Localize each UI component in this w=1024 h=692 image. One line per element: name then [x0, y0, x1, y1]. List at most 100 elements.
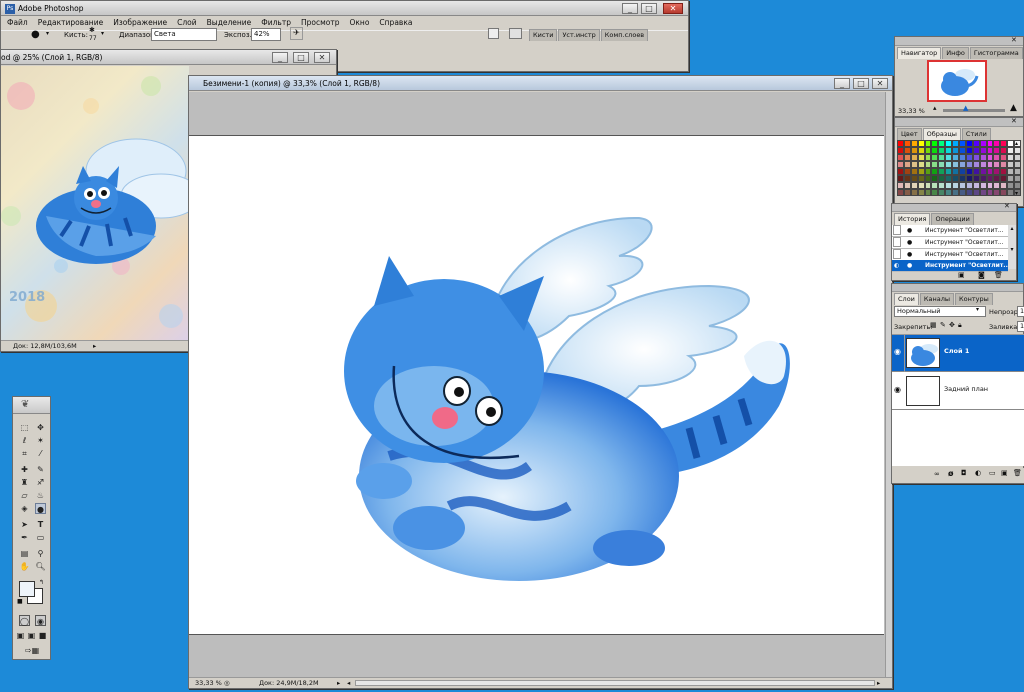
swatch-cell[interactable] — [986, 175, 994, 182]
swatch-cell[interactable] — [897, 182, 904, 189]
swatch-cell[interactable] — [1000, 189, 1008, 196]
swatch-cell[interactable] — [1014, 182, 1021, 189]
healing-brush-tool-icon[interactable]: ✚ — [19, 464, 30, 475]
history-brush-tool-icon[interactable]: ♐ — [35, 477, 46, 488]
swatch-cell[interactable] — [1014, 175, 1021, 182]
swatch-cell[interactable] — [1014, 147, 1021, 154]
swatch-cell[interactable] — [910, 182, 918, 189]
swatch-cell[interactable] — [917, 182, 925, 189]
swatch-cell[interactable] — [993, 182, 1001, 189]
new-layer-icon[interactable]: ▣ — [1001, 469, 1008, 477]
swatch-cell[interactable] — [945, 182, 953, 189]
swatch-cell[interactable] — [945, 140, 953, 147]
swatch-cell[interactable] — [903, 168, 911, 175]
dock-tab-brushes[interactable]: Кисти — [529, 29, 558, 41]
swatch-cell[interactable] — [903, 147, 911, 154]
history-scrollbar[interactable]: ▴ ▾ — [1008, 225, 1016, 269]
swatch-cell[interactable] — [1014, 154, 1021, 161]
swatch-cell[interactable] — [958, 140, 966, 147]
swatch-cell[interactable] — [910, 168, 918, 175]
tab-styles[interactable]: Стили — [961, 128, 991, 140]
swatch-cell[interactable] — [965, 161, 973, 168]
zoom-out-icon[interactable]: ▴ — [933, 104, 937, 112]
magic-wand-tool-icon[interactable]: ✶ — [35, 435, 46, 446]
swatch-grid[interactable] — [897, 140, 1021, 198]
close-button[interactable]: ✕ — [663, 3, 683, 14]
layer-visibility-eye-icon[interactable]: ◉ — [894, 385, 901, 394]
eyedropper-tool-icon[interactable]: ⚲ — [35, 548, 46, 559]
swatch-cell[interactable] — [979, 147, 987, 154]
swatch-cell[interactable] — [993, 175, 1001, 182]
layer-style-icon[interactable]: ø — [948, 469, 954, 478]
swatch-cell[interactable] — [1007, 161, 1015, 168]
swatch-cell[interactable] — [979, 175, 987, 182]
swatch-cell[interactable] — [924, 168, 932, 175]
swatch-cell[interactable] — [910, 189, 918, 196]
swatch-cell[interactable] — [979, 140, 987, 147]
swatch-cell[interactable] — [945, 147, 953, 154]
link-layers-icon[interactable]: ∞ — [934, 470, 940, 478]
adjustment-layer-icon[interactable]: ◐ — [975, 469, 981, 477]
swatch-cell[interactable] — [972, 154, 980, 161]
status-menu-icon[interactable]: ◎ — [224, 678, 230, 688]
main-doc-maximize[interactable]: □ — [853, 78, 869, 89]
crop-tool-icon[interactable]: ⌗ — [19, 448, 30, 459]
swatch-cell[interactable] — [910, 140, 918, 147]
swatch-cell[interactable] — [986, 189, 994, 196]
swatch-cell[interactable] — [972, 182, 980, 189]
swatches-scroll-up[interactable]: ▴ — [1015, 140, 1018, 147]
swatches-scroll-down[interactable]: ▾ — [1015, 190, 1018, 197]
foreground-color-swatch[interactable] — [19, 581, 35, 597]
fill-input[interactable]: 10 — [1017, 321, 1024, 332]
swatch-cell[interactable] — [965, 189, 973, 196]
dock-tab-tool-presets[interactable]: Уст.инстр — [558, 29, 600, 41]
swatches-close-icon[interactable]: ✕ — [1011, 117, 1017, 125]
lock-all-icon[interactable]: 🔒︎ — [958, 321, 962, 330]
swatch-cell[interactable] — [897, 147, 904, 154]
swatch-cell[interactable] — [945, 168, 953, 175]
layer-visibility-eye-icon[interactable]: ◉ — [894, 347, 901, 356]
slice-tool-icon[interactable]: ⁄ — [35, 448, 46, 459]
swatch-cell[interactable] — [924, 189, 932, 196]
swatch-cell[interactable] — [931, 168, 939, 175]
swatch-cell[interactable] — [979, 182, 987, 189]
navigator-grip[interactable] — [895, 37, 1023, 46]
swatch-cell[interactable] — [917, 168, 925, 175]
zoom-in-icon[interactable]: ▲ — [1010, 103, 1017, 113]
scroll-left-icon[interactable]: ◂ — [347, 678, 350, 688]
swatch-cell[interactable] — [993, 189, 1001, 196]
swatch-cell[interactable] — [897, 161, 904, 168]
layers-grip[interactable] — [892, 284, 1023, 292]
swatch-cell[interactable] — [979, 161, 987, 168]
navigator-zoom-slider[interactable] — [943, 109, 1005, 112]
airbrush-icon[interactable]: ✈ — [290, 27, 303, 40]
notes-tool-icon[interactable]: ▤ — [19, 548, 30, 559]
swatch-cell[interactable] — [972, 189, 980, 196]
range-select[interactable]: Света — [151, 28, 217, 41]
screen-mode-full-icon[interactable]: ■ — [38, 630, 47, 641]
main-doc-horizontal-scrollbar[interactable] — [355, 680, 875, 686]
swatch-cell[interactable] — [986, 182, 994, 189]
swatch-cell[interactable] — [1000, 147, 1008, 154]
paint-bucket-tool-icon[interactable]: ♨ — [35, 490, 46, 501]
main-doc-canvas[interactable] — [189, 135, 884, 635]
swatches-grip[interactable] — [895, 118, 1023, 127]
swatch-cell[interactable] — [972, 168, 980, 175]
swatch-cell[interactable] — [1000, 168, 1008, 175]
brush-tool-icon[interactable]: ✎ — [35, 464, 46, 475]
clone-stamp-tool-icon[interactable]: ♜ — [19, 477, 30, 488]
swatch-cell[interactable] — [979, 154, 987, 161]
swatch-cell[interactable] — [965, 154, 973, 161]
swatch-cell[interactable] — [931, 182, 939, 189]
preset-dropdown-arrow[interactable]: ▾ — [46, 30, 49, 37]
layer-row[interactable]: ◉ Задний план — [892, 373, 1024, 410]
swatch-cell[interactable] — [924, 154, 932, 161]
swatch-cell[interactable] — [986, 154, 994, 161]
menu-view[interactable]: Просмотр — [301, 16, 340, 30]
file-browser-icon[interactable] — [488, 28, 499, 39]
swatch-cell[interactable] — [1007, 168, 1015, 175]
swatch-cell[interactable] — [972, 175, 980, 182]
swatch-cell[interactable] — [986, 140, 994, 147]
swatch-cell[interactable] — [1014, 168, 1021, 175]
menu-help[interactable]: Справка — [379, 16, 412, 30]
